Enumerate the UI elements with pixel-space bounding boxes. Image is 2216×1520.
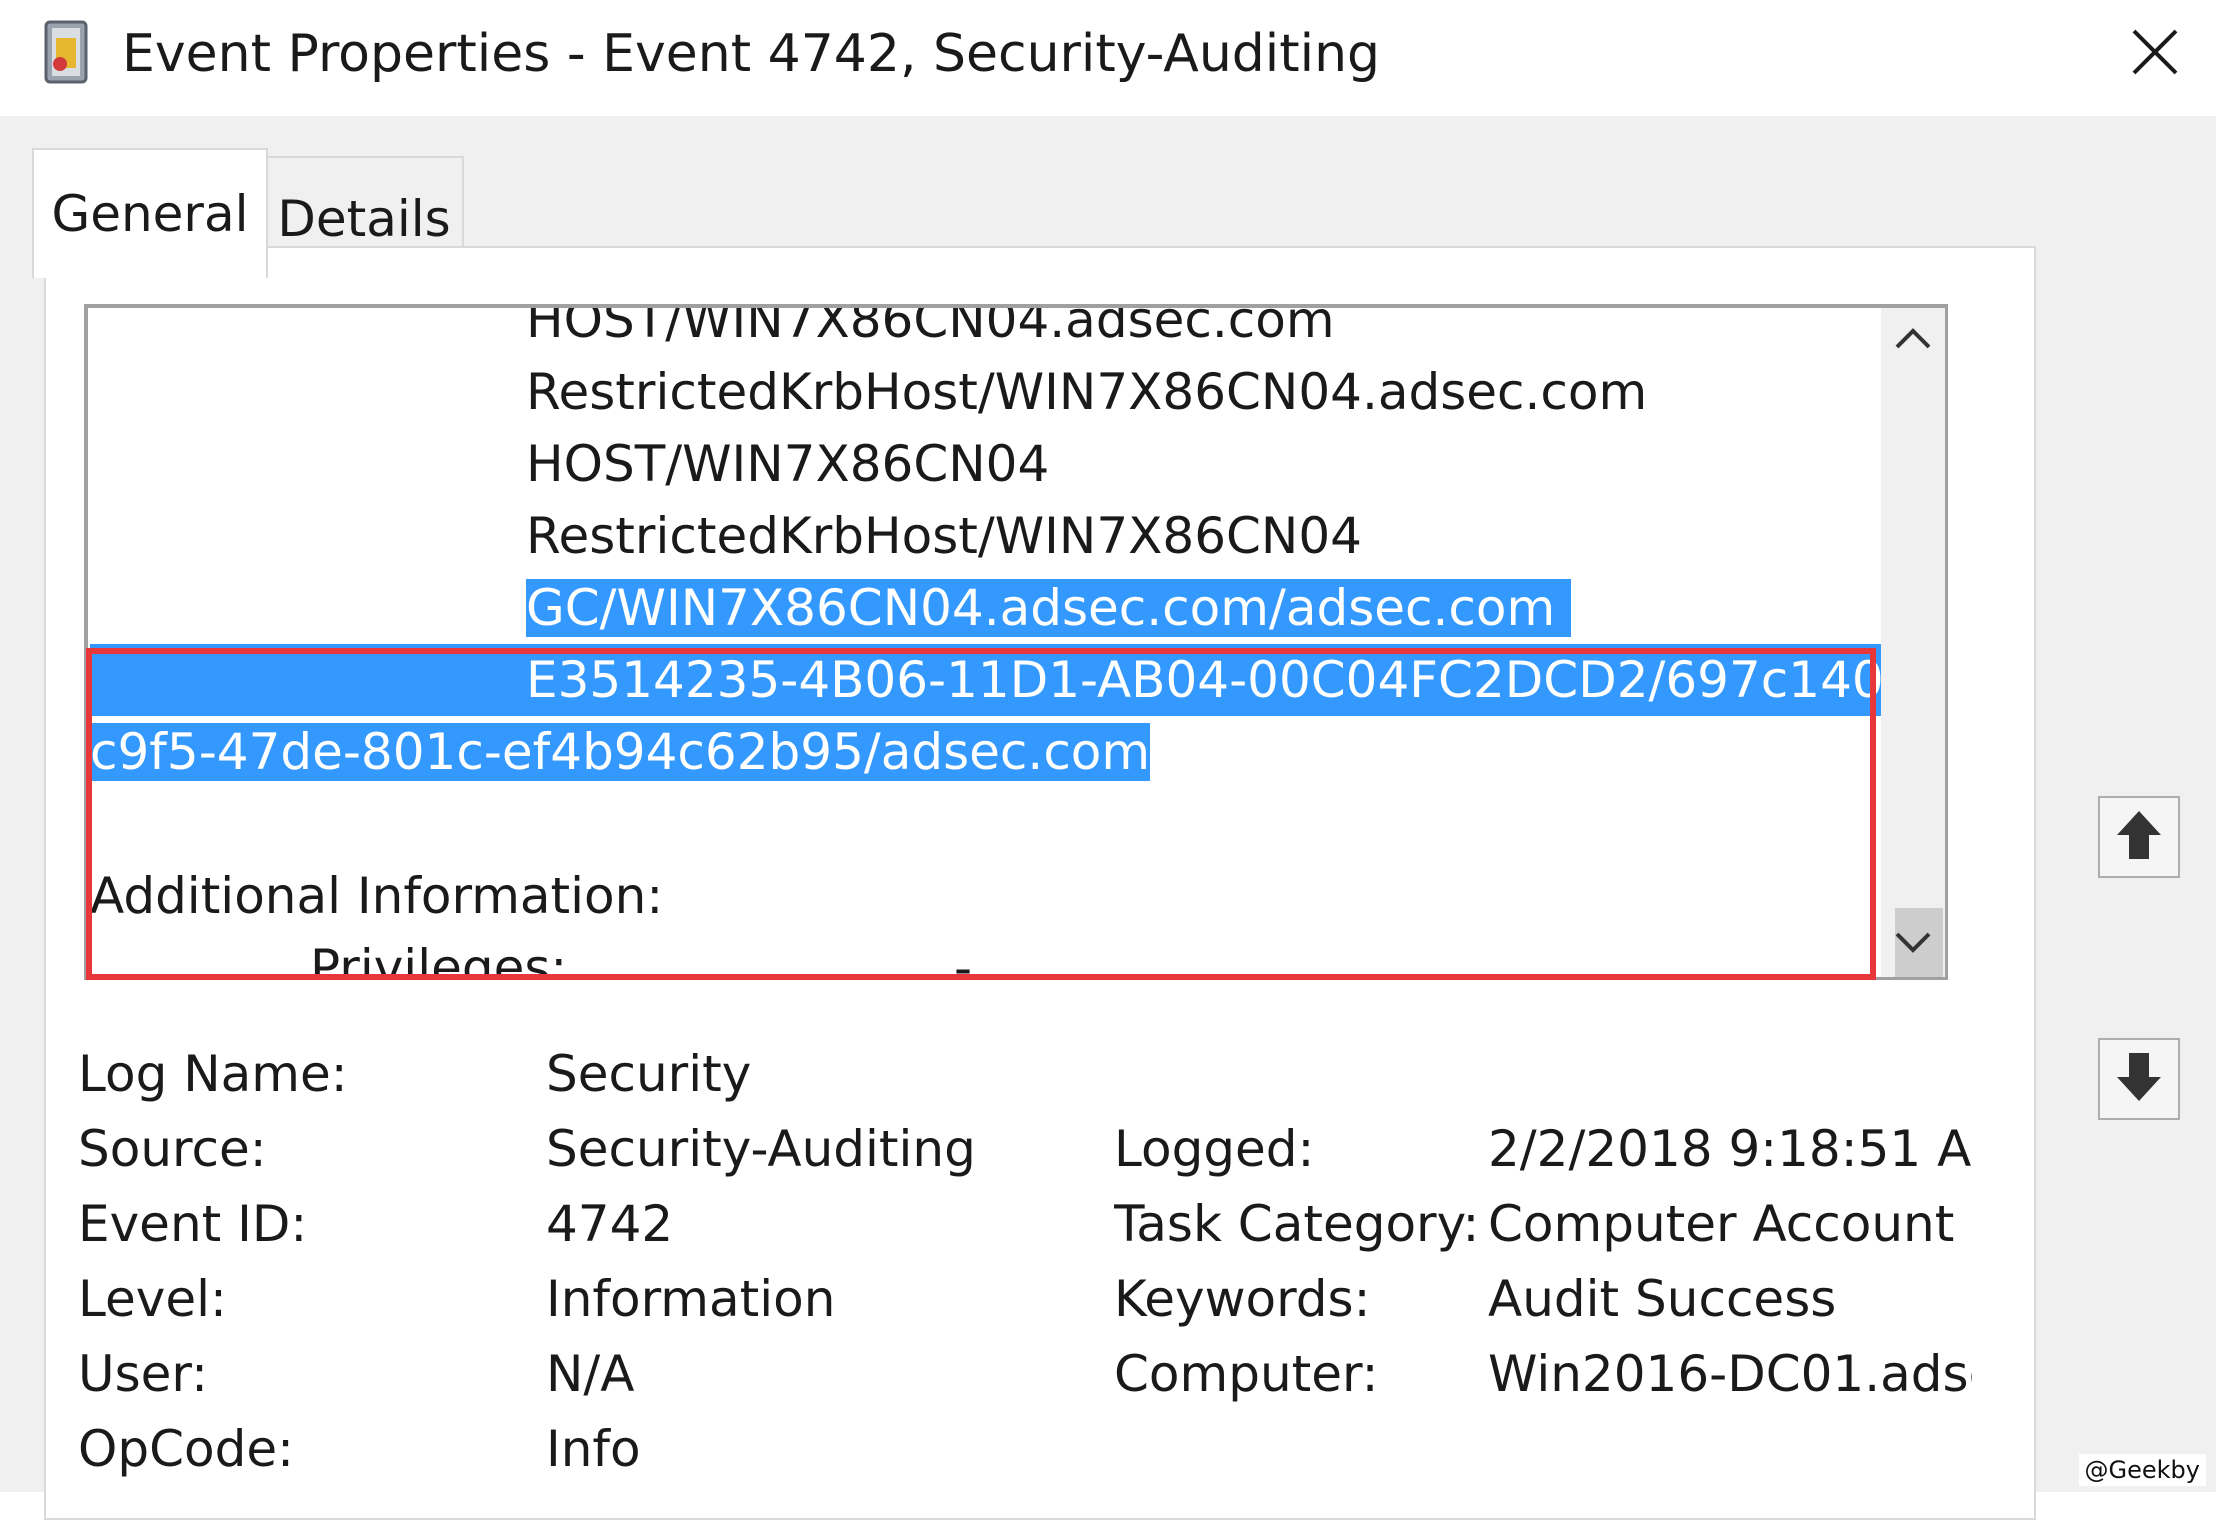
description-line: RestrictedKrbHost/WIN7X86CN04 xyxy=(526,507,1362,565)
description-scrollbar[interactable] xyxy=(1881,308,1945,977)
chevron-down-icon xyxy=(1893,930,1933,960)
keywords-label: Keywords: xyxy=(1114,1270,1371,1328)
close-icon xyxy=(2130,27,2180,81)
title-bar: Event Properties - Event 4742, Security-… xyxy=(0,0,2216,116)
task-category-value[interactable]: Computer Account Management xyxy=(1488,1194,1972,1254)
user-value[interactable]: N/A xyxy=(546,1344,634,1404)
source-value[interactable]: Security-Auditing xyxy=(546,1119,976,1179)
red-highlight-annotation xyxy=(86,648,1876,980)
previous-event-button[interactable] xyxy=(2098,796,2180,878)
tab-general-label: General xyxy=(51,185,249,243)
logged-label: Logged: xyxy=(1114,1120,1315,1178)
keywords-value[interactable]: Audit Success xyxy=(1488,1269,1972,1329)
arrow-down-icon xyxy=(2115,1051,2163,1107)
description-line: HOST/WIN7X86CN04.adsec.com xyxy=(526,308,1335,349)
arrow-up-icon xyxy=(2115,809,2163,865)
tab-general[interactable]: General xyxy=(32,148,268,278)
dialog-client: General Details HOST/WIN7X86CN04.adsec.c… xyxy=(0,116,2216,1520)
computer-label: Computer: xyxy=(1114,1345,1379,1403)
scroll-up-button[interactable] xyxy=(1881,308,1945,372)
scroll-down-button[interactable] xyxy=(1881,913,1945,977)
description-line-selected: GC/WIN7X86CN04.adsec.com/adsec.com xyxy=(526,572,1572,644)
event-viewer-icon xyxy=(40,18,94,88)
computer-value[interactable]: Win2016-DC01.adsec.com xyxy=(1488,1344,1972,1404)
description-line: RestrictedKrbHost/WIN7X86CN04.adsec.com xyxy=(526,363,1648,421)
opcode-label: OpCode: xyxy=(78,1420,294,1478)
level-value[interactable]: Information xyxy=(546,1269,835,1329)
window-title: Event Properties - Event 4742, Security-… xyxy=(122,24,1381,84)
event-id-value[interactable]: 4742 xyxy=(546,1194,673,1254)
level-label: Level: xyxy=(78,1270,227,1328)
log-name-value[interactable]: Security xyxy=(546,1044,751,1104)
watermark: @Geekby xyxy=(2078,1454,2206,1486)
opcode-value[interactable]: Info xyxy=(546,1419,641,1479)
user-label: User: xyxy=(78,1345,208,1403)
event-id-label: Event ID: xyxy=(78,1195,308,1253)
description-line: HOST/WIN7X86CN04 xyxy=(526,435,1050,493)
logged-value[interactable]: 2/2/2018 9:18:51 AM xyxy=(1488,1119,1972,1179)
next-event-button[interactable] xyxy=(2098,1038,2180,1120)
close-button[interactable] xyxy=(2100,14,2210,94)
tab-details-label: Details xyxy=(277,190,451,248)
source-label: Source: xyxy=(78,1120,267,1178)
log-name-label: Log Name: xyxy=(78,1045,348,1103)
task-category-label: Task Category: xyxy=(1114,1195,1480,1253)
chevron-up-icon xyxy=(1893,325,1933,355)
